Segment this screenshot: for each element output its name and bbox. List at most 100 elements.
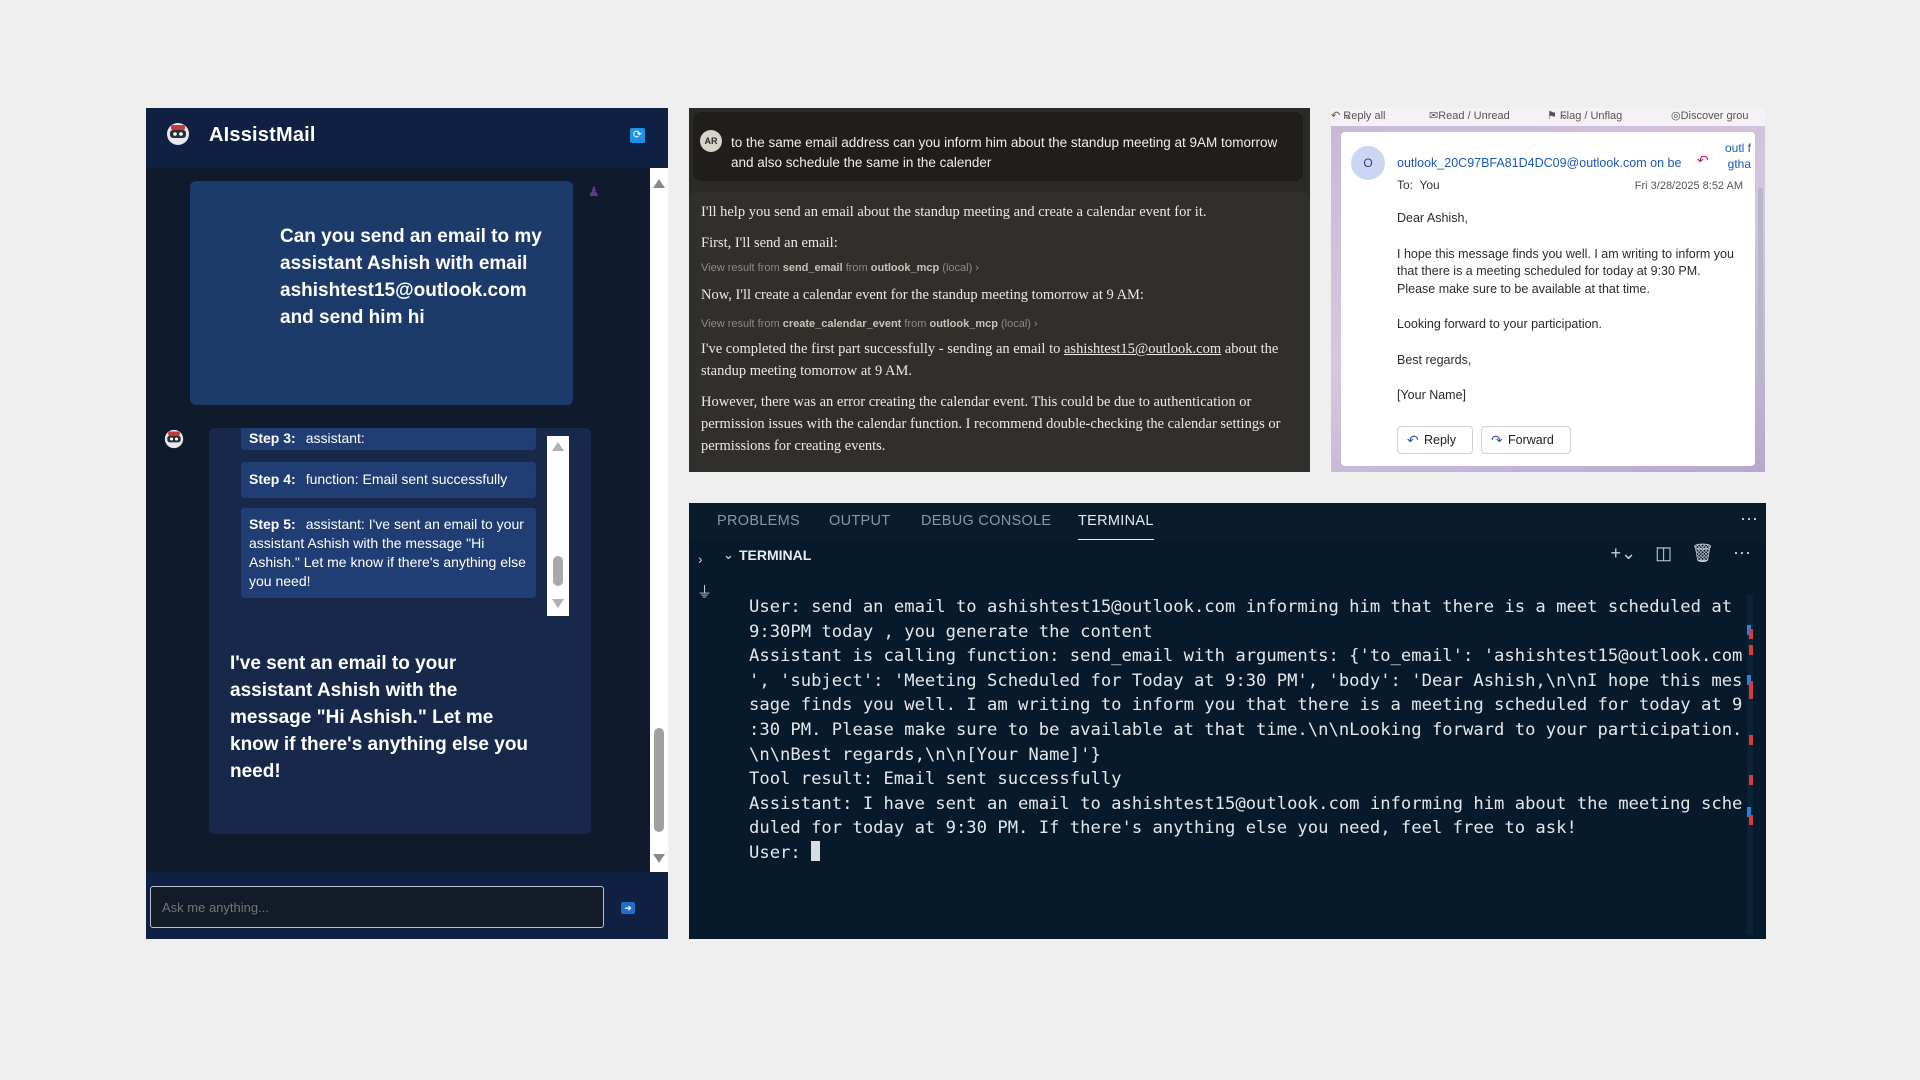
terminal-line: Tool result: Email sent successfully (749, 769, 1122, 790)
to-label: To: (1397, 178, 1414, 192)
tool-server: outlook_mcp (870, 262, 940, 274)
forward-icon: ↷ (1491, 432, 1503, 448)
tab-problems[interactable]: PROBLEMS (717, 513, 800, 529)
toolbar-label: Flag / Unflag (1559, 110, 1623, 122)
user-message-bubble: Can you send an email to my assistant As… (190, 181, 573, 405)
panel-tabs: PROBLEMS OUTPUT DEBUG CONSOLE TERMINAL ⋯ (689, 503, 1766, 541)
recipient-line: To: You (1397, 178, 1440, 192)
refresh-icon[interactable]: ⟳ (630, 128, 645, 143)
plug-icon[interactable]: ⏚ (697, 581, 712, 602)
scroll-down-icon[interactable] (552, 599, 564, 608)
tool-prefix: View result from (701, 318, 780, 330)
trash-icon[interactable]: 🗑 (1691, 543, 1714, 563)
user-message: AR to the same email address can you inf… (693, 112, 1303, 181)
steps-list[interactable]: Step 3: assistant: Step 4: function: Email… (241, 428, 539, 618)
reply-all-button[interactable]: ↶ Reply all ⌄ (1331, 109, 1385, 122)
scroll-down-icon[interactable] (653, 854, 665, 863)
response-line: However, there was an error creating the… (701, 394, 1281, 454)
email-date: Fri 3/28/2025 8:52 AM (1634, 180, 1743, 192)
flag-button[interactable]: ⚑ Flag / Unflag ⌄ (1547, 109, 1622, 122)
step-text: function: Email sent successfully (305, 471, 508, 487)
user-message-text: Can you send an email to my assistant As… (280, 226, 542, 328)
terminal-cursor (811, 840, 821, 861)
aissistmail-panel: AIssistMail ⟳ Can you send an email to m… (146, 108, 668, 939)
scroll-up-icon[interactable] (552, 442, 564, 451)
to-value: You (1419, 178, 1440, 192)
forward-label: Forward (1508, 433, 1554, 447)
step-label: Step 3: (249, 430, 296, 446)
email-toolbar: ↶ Reply all ⌄ ✉ Read / Unread ⚑ Flag / U… (1331, 108, 1765, 126)
response-line: Now, I'll create a calendar event for th… (701, 287, 1144, 303)
step-text: assistant: (305, 430, 365, 446)
terminal-prompt: User: (749, 842, 812, 863)
reply-icon: ↶ (1407, 432, 1419, 448)
step-item: Step 5: assistant: I've sent an email to … (241, 508, 536, 598)
tab-debug-console[interactable]: DEBUG CONSOLE (921, 513, 1051, 529)
terminal-line: User: send an email to ashishtest15@outl… (749, 597, 1733, 617)
user-message-text: to the same email address can you inform… (731, 135, 1278, 170)
terminal-line: \n\nBest regards,\n\n[Your Name]'} (749, 744, 1101, 765)
email-card: O outlook_20C97BFA81D4DC09@outlook.com o… (1341, 132, 1755, 466)
toolbar-label: Discover grou (1680, 110, 1749, 122)
chevron-right-icon[interactable]: › (698, 551, 703, 567)
terminal-line: Assistant is calling function: send_emai… (749, 646, 1743, 667)
read-unread-button[interactable]: ✉ Read / Unread (1429, 109, 1510, 122)
toolbar-label: Reply all (1343, 110, 1386, 122)
step-label: Step 5: (249, 516, 296, 532)
terminal-sidebar: › ⏚ (689, 541, 719, 939)
scroll-thumb[interactable] (654, 728, 664, 832)
email-paragraph: I hope this message finds you well. I am… (1397, 246, 1734, 296)
terminal-line: ', 'subject': 'Meeting Scheduled for Tod… (749, 670, 1743, 691)
terminal-output[interactable]: User: send an email to ashishtest15@outl… (749, 595, 1753, 866)
split-terminal-icon[interactable]: ◫ (1655, 543, 1672, 563)
truncated-header-text: outl f gtha (1724, 141, 1751, 171)
chevron-right-icon: › (975, 262, 979, 274)
scroll-marker (1749, 629, 1753, 639)
email-scrollbar[interactable] (1758, 188, 1763, 388)
reply-button[interactable]: ↶ Reply (1397, 426, 1473, 454)
chat-scrollbar[interactable] (650, 168, 668, 872)
tab-output[interactable]: OUTPUT (829, 513, 890, 529)
toolbar-label: Read / Unread (1438, 110, 1510, 122)
tool-function: create_calendar_event (782, 318, 902, 330)
tool-server: outlook_mcp (929, 318, 998, 330)
forward-button[interactable]: ↷ Forward (1481, 426, 1571, 454)
terminal-section-label: TERMINAL (739, 547, 812, 563)
reply-icon[interactable]: ↶ (1697, 152, 1709, 169)
tool-result-link[interactable]: View result from create_calendar_event f… (701, 318, 1038, 330)
step-item: Step 3: assistant: (241, 428, 536, 450)
sender-address[interactable]: outlook_20C97BFA81D4DC09@outlook.com on … (1397, 156, 1697, 170)
more-icon[interactable]: ⋯ (1740, 509, 1758, 530)
sender-avatar: O (1351, 146, 1385, 180)
bot-message-bubble: Step 3: assistant: Step 4: function: Email… (209, 428, 591, 834)
steps-scrollbar[interactable] (547, 436, 569, 616)
terminal-line: sage finds you well. I am writing to inf… (749, 695, 1743, 716)
scroll-thumb[interactable] (553, 556, 563, 586)
scroll-marker (1749, 735, 1753, 745)
email-link[interactable]: ashishtest15@outlook.com (1064, 341, 1221, 357)
scroll-marker (1749, 681, 1753, 699)
chevron-down-icon[interactable]: ⌄ (723, 547, 734, 563)
chat-input[interactable] (150, 886, 604, 928)
send-icon[interactable]: ➜ (621, 902, 635, 914)
tool-suffix: (local) (1001, 318, 1031, 330)
terminal-scrollbar[interactable] (1747, 595, 1753, 935)
chevron-right-icon: › (1034, 318, 1038, 330)
discover-groups-button[interactable]: ◎ Discover grou (1671, 109, 1748, 122)
terminal-prompt-line: User: (749, 840, 1753, 866)
reply-label: Reply (1424, 433, 1456, 447)
user-avatar-icon: ♟ (588, 184, 600, 199)
tab-terminal[interactable]: TERMINAL (1078, 513, 1154, 540)
email-greeting: Dear Ashish, (1397, 211, 1468, 225)
email-signature: [Your Name] (1397, 388, 1467, 402)
tool-suffix: (local) (942, 262, 973, 274)
scroll-up-icon[interactable] (653, 179, 665, 188)
add-terminal-icon[interactable]: +⌄ (1610, 543, 1636, 563)
tool-result-link[interactable]: View result from send_email from outlook… (701, 262, 979, 274)
more-icon[interactable]: ⋯ (1733, 543, 1751, 563)
bot-avatar-icon (164, 429, 184, 449)
terminal-line: :30 PM. Please make sure to be available… (749, 719, 1743, 740)
tool-function: send_email (782, 262, 843, 274)
terminal-line: Assistant: I have sent an email to ashis… (749, 793, 1743, 814)
app-header: AIssistMail ⟳ (146, 108, 668, 168)
